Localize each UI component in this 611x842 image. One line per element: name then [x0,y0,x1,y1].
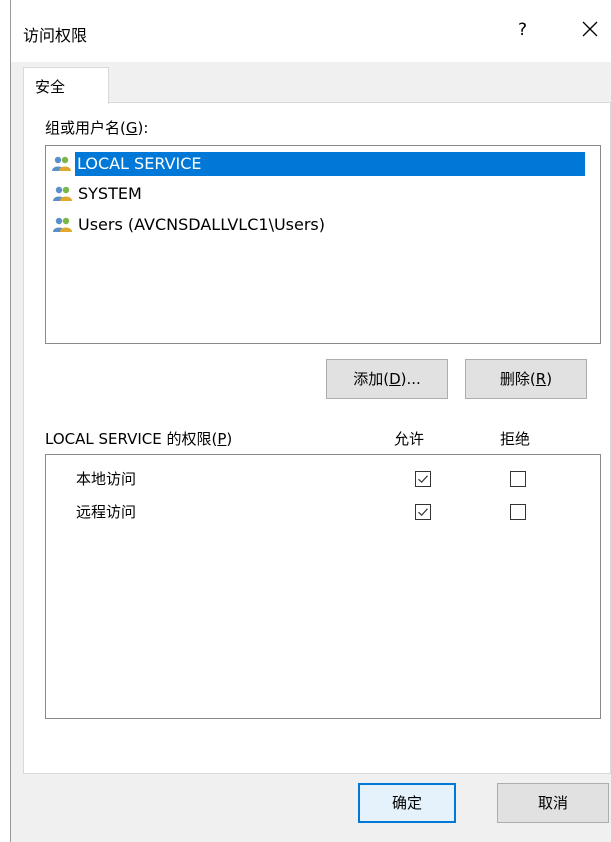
close-icon [582,21,598,37]
add-button-suffix: )... [400,370,421,388]
cancel-button[interactable]: 取消 [497,783,609,823]
list-item-local-service[interactable]: LOCAL SERVICE [51,150,585,178]
permission-row-remote-access: 远程访问 [46,495,600,525]
permission-name: 本地访问 [76,470,137,488]
groups-label: 组或用户名(G): [45,117,148,138]
groups-label-accesskey: G [125,119,138,137]
deny-checkbox-remote-access[interactable] [510,504,526,520]
permissions-label-prefix: LOCAL SERVICE 的权限( [45,430,218,448]
deny-column-header: 拒绝 [500,430,531,448]
remove-button[interactable]: 删除(R) [465,359,587,399]
permissions-label: LOCAL SERVICE 的权限(P) [45,428,232,449]
allow-column-header: 允许 [394,430,425,448]
close-button[interactable] [575,14,605,44]
users-icon [53,217,72,232]
add-button[interactable]: 添加(D)... [326,359,448,399]
permission-row-local-access: 本地访问 [46,462,600,492]
groups-label-suffix: ): [137,119,149,137]
permissions-label-suffix: ) [226,430,233,448]
allow-checkbox-remote-access[interactable] [415,504,431,520]
list-item-system[interactable]: SYSTEM [52,180,144,208]
title-bar: 访问权限 ? [11,0,611,62]
help-button[interactable]: ? [518,20,527,40]
add-button-label: 添加( [353,370,390,388]
tab-security[interactable]: 安全 [23,67,109,104]
add-button-accesskey: D [389,370,401,388]
remove-button-suffix: ) [546,370,553,388]
permissions-list: 本地访问 远程访问 [45,454,601,719]
permission-name: 远程访问 [76,503,137,521]
users-icon [53,186,72,201]
ok-button[interactable]: 确定 [358,783,456,823]
remove-button-label: 删除( [499,370,536,388]
group-user-list[interactable]: LOCAL SERVICE SYSTEM Users (AVCNSDALLVLC… [45,145,601,344]
tab-security-label: 安全 [35,78,66,96]
list-item-label: SYSTEM [78,184,142,203]
deny-checkbox-local-access[interactable] [510,471,526,487]
groups-label-prefix: 组或用户名( [45,119,126,137]
window-title: 访问权限 [23,26,88,45]
remove-button-accesskey: R [535,370,547,388]
list-item-label: Users (AVCNSDALLVLC1\Users) [78,215,325,234]
users-icon [52,156,71,171]
checkmark-icon [418,475,428,484]
allow-checkbox-local-access[interactable] [415,471,431,487]
list-item-users[interactable]: Users (AVCNSDALLVLC1\Users) [52,211,327,239]
access-permissions-dialog: 访问权限 ? 安全 组或用户名(G): LOCAL SERVICE SYSTEM… [10,0,611,842]
checkmark-icon [418,508,428,517]
list-item-label: LOCAL SERVICE [75,152,204,176]
